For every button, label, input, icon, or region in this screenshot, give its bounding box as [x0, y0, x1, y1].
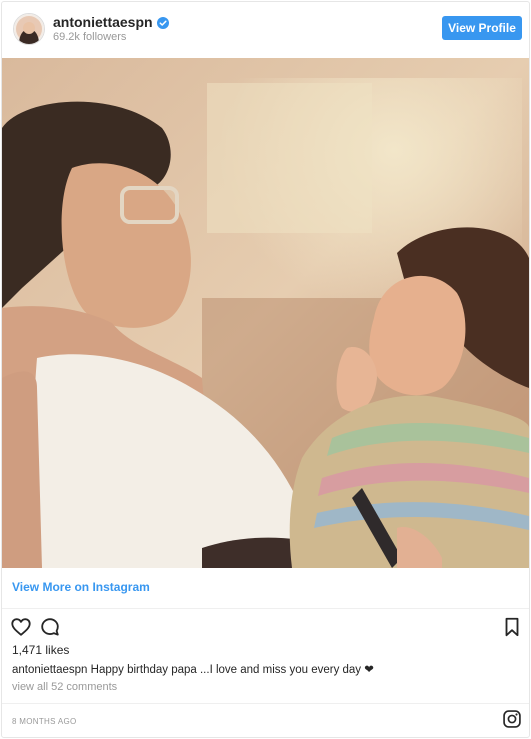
view-more-on-instagram-link[interactable]: View More on Instagram — [12, 580, 150, 594]
footer-divider — [2, 703, 529, 704]
likes-count[interactable]: 1,471 likes — [12, 643, 69, 657]
avatar[interactable] — [13, 13, 45, 45]
instagram-glyph-icon[interactable] — [502, 709, 522, 729]
instagram-embed-card: antoniettaespn 69.2k followers View Prof… — [1, 1, 530, 738]
view-all-comments-link[interactable]: view all 52 comments — [12, 681, 117, 693]
caption-username[interactable]: antoniettaespn — [12, 664, 87, 676]
comment-icon[interactable] — [39, 616, 61, 638]
view-profile-button[interactable]: View Profile — [442, 16, 522, 40]
username-row: antoniettaespn — [53, 14, 169, 30]
username[interactable]: antoniettaespn — [53, 14, 153, 30]
follower-count: 69.2k followers — [53, 31, 127, 43]
caption-text: Happy birthday papa ...I love and miss y… — [90, 664, 374, 676]
verified-badge-icon — [156, 16, 169, 29]
post-caption: antoniettaespn Happy birthday papa ...I … — [12, 662, 374, 676]
heart-icon[interactable] — [10, 616, 32, 638]
post-header: antoniettaespn 69.2k followers View Prof… — [2, 2, 529, 58]
action-bar — [2, 610, 529, 642]
view-more-link-row: View More on Instagram — [2, 568, 529, 609]
post-timestamp: 8 MONTHS AGO — [12, 717, 77, 726]
post-photo[interactable] — [2, 58, 529, 568]
bookmark-icon[interactable] — [501, 616, 523, 638]
